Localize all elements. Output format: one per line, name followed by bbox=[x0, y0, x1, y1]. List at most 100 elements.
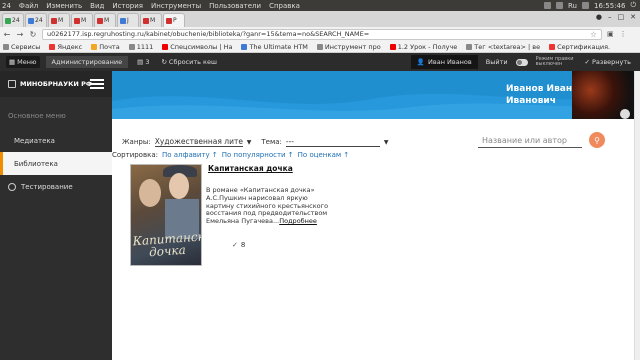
site-icon bbox=[97, 17, 103, 24]
bookmark[interactable]: 1.2 Урок - Получе bbox=[389, 43, 457, 51]
hamburger-icon[interactable] bbox=[90, 79, 104, 91]
bookmark[interactable]: Инструмент про bbox=[316, 43, 381, 51]
bookmark[interactable]: The Ultimate HTM bbox=[241, 43, 308, 51]
browser-tab[interactable]: M bbox=[48, 13, 70, 27]
sort-label: Сортировка: bbox=[112, 151, 158, 159]
sidebar-section-title: Основное меню bbox=[8, 112, 66, 120]
more-link[interactable]: Подробнее bbox=[279, 217, 317, 225]
bookmark[interactable]: Сервисы bbox=[3, 43, 40, 51]
bookmark[interactable]: 1111 bbox=[128, 43, 153, 51]
browser-actions: ▣ ⋮ bbox=[607, 30, 627, 38]
theme-select[interactable]: --- bbox=[285, 137, 380, 147]
volume-icon[interactable] bbox=[582, 2, 589, 9]
browser-tab[interactable]: J bbox=[117, 13, 139, 27]
sort-rating-link[interactable]: По оценкам ↑ bbox=[298, 151, 350, 159]
bookmark-icon bbox=[128, 43, 135, 50]
expand-button[interactable]: ✓ Развернуть bbox=[582, 56, 634, 68]
sidebar-item-library[interactable]: Библиотека bbox=[0, 152, 112, 175]
bookmark[interactable]: Спецсимволы | Ha bbox=[162, 43, 232, 51]
sort-popularity-link[interactable]: По популярности ↑ bbox=[222, 151, 294, 159]
youtube-icon bbox=[389, 43, 396, 50]
clock-icon bbox=[8, 182, 16, 191]
profile-banner: Иванов Иван Иванович bbox=[112, 71, 634, 119]
sidebar-item-testing[interactable]: Тестирование bbox=[0, 175, 112, 198]
os-menu-item[interactable]: Справка bbox=[269, 2, 300, 10]
clear-cache-button[interactable]: ↻ Сбросить кеш bbox=[158, 56, 219, 68]
sidebar: МИНОБРНАУКИ РФ Основное меню Медиатека Б… bbox=[0, 71, 112, 360]
browser-tab-active[interactable]: P bbox=[163, 13, 185, 27]
browser-tab[interactable]: M bbox=[140, 13, 162, 27]
user-icon: 👤 bbox=[416, 58, 426, 66]
site-icon bbox=[241, 43, 248, 50]
admin-bar: ▦ Меню Администрирование ▤ 3 ↻ Сбросить кеш… bbox=[0, 53, 640, 71]
book-rating: ✓ 8 bbox=[232, 241, 246, 249]
os-menu-item[interactable]: Изменить bbox=[46, 2, 82, 10]
genre-label: Жанры: bbox=[122, 138, 151, 146]
star-icon[interactable]: ☆ bbox=[590, 30, 597, 39]
os-menu-item[interactable]: Инструменты bbox=[151, 2, 201, 10]
os-menu-item[interactable]: Пользователи bbox=[209, 2, 261, 10]
logout-button[interactable]: Выйти bbox=[486, 58, 508, 66]
sidebar-item-mediateka[interactable]: Медиатека bbox=[0, 129, 112, 152]
forward-icon[interactable]: → bbox=[16, 30, 24, 39]
notifications-button[interactable]: ▤ 3 bbox=[134, 56, 152, 68]
network-icon[interactable] bbox=[556, 2, 563, 9]
bookmark[interactable]: Сертификация. bbox=[549, 43, 610, 51]
book-cover[interactable]: Капитанская дочка bbox=[130, 164, 202, 266]
current-user-button[interactable]: 👤 Иван Иванов bbox=[410, 55, 478, 69]
edit-mode-toggle[interactable] bbox=[515, 58, 528, 66]
blue-badge-icon bbox=[28, 17, 34, 24]
user-icon[interactable]: ● bbox=[596, 13, 602, 21]
clock[interactable]: 16:55:46 bbox=[594, 2, 625, 10]
keyboard-layout[interactable]: Ru bbox=[568, 2, 577, 10]
book-description: В романе «Капитанская дочка» А.С.Пушкин … bbox=[206, 186, 329, 226]
menu-icon[interactable]: ⋮ bbox=[620, 30, 627, 38]
tab-strip: 24 24 M М М J M P bbox=[0, 11, 640, 27]
url-text: u0262177.isp.regruhosting.ru/kabinet/obu… bbox=[47, 30, 370, 38]
address-row: ← → ↻ u0262177.isp.regruhosting.ru/kabin… bbox=[0, 27, 640, 41]
minimize-icon[interactable]: – bbox=[608, 13, 612, 21]
sort-bar: Сортировка: По алфавиту ↑ По популярност… bbox=[112, 151, 349, 159]
close-icon[interactable]: ✕ bbox=[630, 13, 636, 21]
chevron-down-icon[interactable]: ▼ bbox=[384, 139, 389, 146]
browser-tab[interactable]: М bbox=[71, 13, 93, 27]
apps-icon bbox=[3, 43, 9, 50]
notification-icon[interactable] bbox=[544, 2, 551, 9]
os-menu: 24 Файл Изменить Вид История Инструменты… bbox=[0, 2, 300, 10]
maximize-icon[interactable]: □ bbox=[618, 13, 625, 21]
bookmark[interactable]: Яндекс bbox=[49, 43, 82, 51]
os-menu-item[interactable]: Файл bbox=[19, 2, 38, 10]
avatar[interactable] bbox=[572, 71, 634, 119]
bookmark[interactable]: Почта bbox=[91, 43, 120, 51]
url-field[interactable]: u0262177.isp.regruhosting.ru/kabinet/obu… bbox=[42, 28, 602, 40]
browser-tab[interactable]: М bbox=[94, 13, 116, 27]
avatar-status-icon bbox=[620, 109, 630, 119]
administration-button[interactable]: Администрирование bbox=[45, 56, 129, 68]
filters: Жанры: Художественная литер ▼ Тема: --- … bbox=[122, 137, 389, 147]
menu-button[interactable]: ▦ Меню bbox=[6, 56, 40, 68]
bookmark[interactable]: Тег <textarea> | ве bbox=[466, 43, 540, 51]
admin-bar-right: 👤 Иван Иванов Выйти Режим правки выключен … bbox=[410, 53, 634, 71]
page-scrollbar[interactable] bbox=[634, 71, 640, 360]
genre-select[interactable]: Художественная литер bbox=[154, 137, 243, 147]
mail-icon bbox=[91, 43, 98, 50]
chevron-down-icon[interactable]: ▼ bbox=[247, 139, 252, 146]
search-input[interactable]: Название или автор bbox=[478, 134, 582, 148]
theme-label: Тема: bbox=[261, 138, 282, 146]
system-tray: Ru 16:55:46 ⏻ bbox=[544, 0, 636, 11]
power-icon[interactable]: ⏻ bbox=[630, 1, 636, 10]
logo-icon bbox=[8, 80, 16, 88]
back-icon[interactable]: ← bbox=[3, 30, 11, 39]
browser-tab[interactable]: 24 bbox=[25, 13, 47, 27]
reload-icon[interactable]: ↻ bbox=[29, 30, 37, 39]
book-title-link[interactable]: Капитанская дочка bbox=[208, 164, 293, 173]
browser-tab[interactable]: 24 bbox=[2, 13, 24, 27]
site-icon bbox=[316, 43, 323, 50]
extension-icon[interactable]: ▣ bbox=[607, 30, 614, 38]
os-menu-item[interactable]: Вид bbox=[90, 2, 104, 10]
sort-alphabet-link[interactable]: По алфавиту ↑ bbox=[162, 151, 218, 159]
search-button[interactable]: ⚲ bbox=[589, 132, 605, 148]
os-menu-item[interactable]: 24 bbox=[2, 2, 11, 10]
os-menu-item[interactable]: История bbox=[112, 2, 143, 10]
gmail-icon bbox=[51, 17, 57, 24]
